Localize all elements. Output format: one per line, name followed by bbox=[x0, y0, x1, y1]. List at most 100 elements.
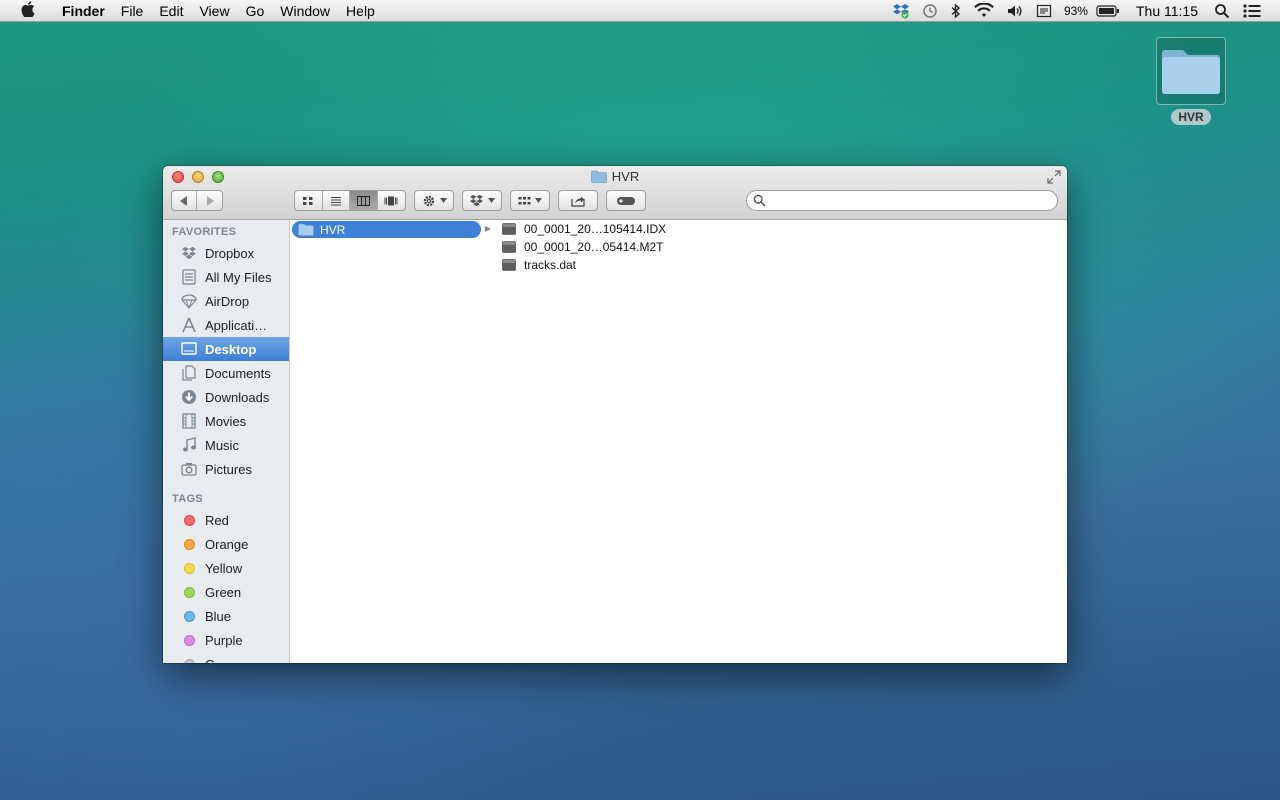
sidebar-tag-yellow[interactable]: Yellow bbox=[163, 556, 289, 580]
menu-go[interactable]: Go bbox=[238, 0, 273, 22]
window-title: HVR bbox=[163, 169, 1067, 184]
wifi-icon[interactable] bbox=[968, 2, 1000, 19]
window-title-text: HVR bbox=[611, 169, 640, 184]
browser-column-2: 00_0001_20…105414.IDX 00_0001_20…05414.M… bbox=[495, 220, 701, 663]
folder-icon bbox=[298, 223, 314, 236]
tag-icon bbox=[617, 196, 635, 205]
apple-menu-icon[interactable] bbox=[18, 0, 38, 21]
file-icon bbox=[502, 241, 518, 253]
sidebar-tag-red[interactable]: Red bbox=[163, 508, 289, 532]
column-item-tracks-file[interactable]: tracks.dat bbox=[495, 256, 700, 274]
sidebar-item-dropbox[interactable]: Dropbox bbox=[163, 241, 289, 265]
menu-bar: Finder File Edit View Go Window Help 93%… bbox=[0, 0, 1280, 22]
sidebar-item-music[interactable]: Music bbox=[163, 433, 289, 457]
menu-edit[interactable]: Edit bbox=[151, 0, 191, 22]
menu-finder[interactable]: Finder bbox=[54, 0, 113, 22]
desktop-icon bbox=[180, 340, 198, 358]
sidebar-item-label: Movies bbox=[205, 413, 247, 429]
music-icon bbox=[180, 436, 198, 454]
dropbox-status-icon[interactable] bbox=[886, 3, 916, 19]
all-my-files-icon bbox=[180, 268, 198, 286]
sidebar-item-desktop[interactable]: Desktop bbox=[163, 337, 289, 361]
search-input[interactable] bbox=[766, 192, 1057, 209]
view-mode-control bbox=[294, 190, 406, 211]
spotlight-icon[interactable] bbox=[1208, 3, 1236, 19]
sidebar-heading-tags: TAGS bbox=[172, 493, 203, 505]
tag-yellow-dot bbox=[184, 562, 195, 574]
forward-arrow-icon bbox=[206, 195, 214, 206]
menu-file[interactable]: File bbox=[113, 0, 152, 22]
action-menu-button[interactable] bbox=[414, 190, 454, 211]
sidebar-tag-label: Green bbox=[205, 584, 242, 600]
time-machine-icon[interactable] bbox=[916, 3, 944, 19]
dropbox-toolbar-button[interactable] bbox=[462, 190, 502, 211]
sidebar-tag-label: Purple bbox=[205, 632, 243, 648]
notification-center-icon[interactable] bbox=[1236, 3, 1268, 19]
column-item-hvr[interactable]: HVR bbox=[292, 221, 481, 238]
sidebar-item-all-my-files[interactable]: All My Files bbox=[163, 265, 289, 289]
sidebar-item-label: AirDrop bbox=[205, 293, 250, 309]
share-button[interactable] bbox=[558, 190, 598, 211]
cover-flow-icon bbox=[384, 196, 398, 205]
window-titlebar[interactable]: HVR bbox=[163, 166, 1067, 220]
bluetooth-icon[interactable] bbox=[944, 2, 968, 19]
volume-icon[interactable] bbox=[1000, 3, 1030, 19]
sidebar-tag-orange[interactable]: Orange bbox=[163, 532, 289, 556]
share-icon bbox=[571, 196, 585, 207]
search-field[interactable] bbox=[746, 190, 1058, 211]
dropbox-icon bbox=[180, 244, 198, 262]
forward-button[interactable] bbox=[197, 191, 222, 210]
sidebar-item-applications[interactable]: Applicati… bbox=[163, 313, 289, 337]
file-icon bbox=[502, 223, 518, 235]
sidebar-item-downloads[interactable]: Downloads bbox=[163, 385, 289, 409]
column-view-icon bbox=[356, 195, 370, 206]
file-icon bbox=[502, 259, 518, 271]
menu-window[interactable]: Window bbox=[272, 0, 338, 22]
menu-view[interactable]: View bbox=[191, 0, 237, 22]
tag-blue-dot bbox=[184, 610, 195, 622]
finder-window: HVR FAVORITES Dropbox All My Files AirDr… bbox=[163, 166, 1067, 663]
column-item-idx-file[interactable]: 00_0001_20…105414.IDX bbox=[495, 220, 700, 238]
tag-purple-dot bbox=[184, 634, 195, 646]
sidebar-heading-favorites: FAVORITES bbox=[172, 226, 237, 238]
menu-help[interactable]: Help bbox=[338, 0, 383, 22]
list-view-button[interactable] bbox=[323, 191, 350, 210]
arrange-button[interactable] bbox=[510, 190, 550, 211]
dropbox-icon bbox=[470, 194, 483, 207]
icon-view-button[interactable] bbox=[295, 191, 323, 210]
sidebar-item-movies[interactable]: Movies bbox=[163, 409, 289, 433]
chevron-down-icon bbox=[439, 198, 447, 203]
sidebar-item-airdrop[interactable]: AirDrop bbox=[163, 289, 289, 313]
input-menu-icon[interactable] bbox=[1030, 3, 1058, 19]
fullscreen-icon[interactable] bbox=[1047, 170, 1061, 187]
icon-view-icon bbox=[303, 196, 313, 205]
back-button[interactable] bbox=[172, 191, 198, 210]
edit-tags-button[interactable] bbox=[606, 190, 646, 211]
sidebar-tag-purple[interactable]: Purple bbox=[163, 628, 289, 652]
list-view-icon bbox=[330, 196, 341, 205]
pictures-icon bbox=[180, 460, 198, 478]
cover-flow-button[interactable] bbox=[378, 191, 405, 210]
documents-icon bbox=[180, 364, 198, 382]
sidebar-tag-label: Red bbox=[205, 512, 229, 528]
sidebar-tag-gray[interactable]: G bbox=[163, 652, 289, 663]
desktop-folder-label: HVR bbox=[1171, 109, 1211, 125]
arrange-grid-icon bbox=[518, 196, 531, 204]
menu-clock[interactable]: Thu 11:15 bbox=[1126, 3, 1208, 19]
desktop-folder-hvr[interactable]: HVR bbox=[1155, 37, 1227, 125]
sidebar-tag-green[interactable]: Green bbox=[163, 580, 289, 604]
back-arrow-icon bbox=[180, 195, 187, 206]
sidebar-tag-label: G bbox=[205, 657, 215, 664]
sidebar-item-documents[interactable]: Documents bbox=[163, 361, 289, 385]
sidebar-item-label: Dropbox bbox=[205, 245, 255, 261]
column-view-button[interactable] bbox=[350, 191, 378, 210]
battery-icon[interactable] bbox=[1090, 4, 1126, 18]
column-item-label: 00_0001_20…05414.M2T bbox=[524, 240, 664, 254]
sidebar-tag-label: Blue bbox=[205, 608, 232, 624]
sidebar-item-pictures[interactable]: Pictures bbox=[163, 457, 289, 481]
column-item-m2t-file[interactable]: 00_0001_20…05414.M2T bbox=[495, 238, 700, 256]
sidebar-tag-blue[interactable]: Blue bbox=[163, 604, 289, 628]
sidebar-item-label: All My Files bbox=[205, 269, 272, 285]
folder-icon bbox=[1162, 50, 1220, 94]
sidebar-item-label: Documents bbox=[205, 365, 271, 381]
